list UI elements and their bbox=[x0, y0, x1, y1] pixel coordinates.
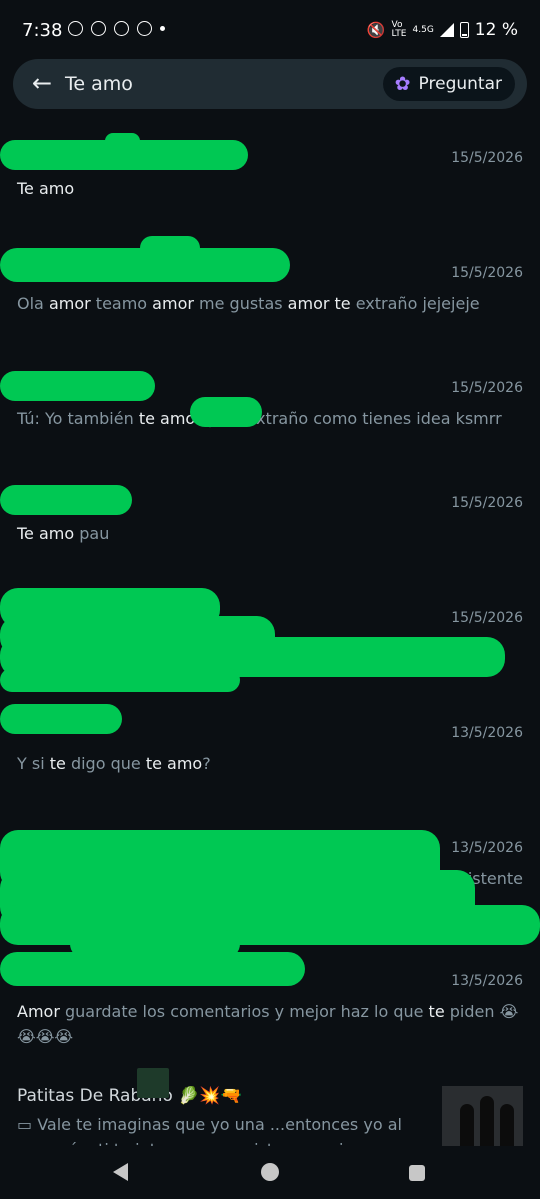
result-date: 13/5/2026 bbox=[451, 725, 523, 741]
battery-icon bbox=[459, 22, 469, 38]
snippet-text: digo que bbox=[65, 754, 146, 773]
result-date: 15/5/2026 bbox=[451, 265, 523, 281]
snippet-match: Te amo bbox=[17, 524, 75, 543]
snippet-match: te bbox=[49, 754, 66, 773]
status-time: 7:38 bbox=[22, 20, 63, 41]
result-date: 13/5/2026 bbox=[451, 973, 523, 989]
snippet-text: pau bbox=[74, 524, 110, 543]
result-snippet: Ola amor teamo amor me gustas amor te ex… bbox=[17, 291, 523, 316]
snippet-match: amor bbox=[152, 294, 194, 313]
snippet-match: amor bbox=[287, 294, 330, 313]
snippet-match: te amo bbox=[145, 754, 203, 773]
snippet-match: amor bbox=[48, 294, 91, 313]
more-notifications-icon bbox=[160, 26, 165, 31]
media-thumbnail[interactable] bbox=[442, 1086, 523, 1146]
snippet-text: Tú: Yo también bbox=[17, 409, 139, 428]
sparkle-icon: ✿ bbox=[394, 73, 411, 95]
search-bar: ← Te amo ✿ Preguntar bbox=[13, 59, 527, 109]
discord-icon-2 bbox=[137, 21, 152, 36]
signal-icon bbox=[439, 23, 454, 37]
search-result[interactable]: 13/5/2026 Y si te digo que te amo? bbox=[17, 725, 523, 785]
back-arrow-icon[interactable]: ← bbox=[27, 69, 57, 97]
snippet-text: teamo bbox=[90, 294, 153, 313]
snippet-text: guardate los comentarios y mejor haz lo … bbox=[59, 1002, 429, 1021]
whatsapp-icon bbox=[68, 21, 83, 36]
network-type: 4.5G bbox=[412, 24, 434, 35]
discord-icon bbox=[114, 21, 129, 36]
result-snippet: ▭ Vale te imaginas que yo una ...entonce… bbox=[17, 1115, 402, 1146]
snippet-text: istente bbox=[467, 869, 523, 888]
status-bar: 7:38 🔇 Vo LTE 4.5G 12 % bbox=[0, 0, 540, 60]
snippet-match: te bbox=[334, 294, 351, 313]
result-snippet: Y si te digo que te amo? bbox=[17, 751, 523, 776]
result-snippet: Te amo bbox=[17, 176, 523, 201]
volte-indicator: Vo LTE bbox=[391, 20, 407, 39]
video-icon: ▭ bbox=[17, 1115, 38, 1134]
result-snippet: Tú: Yo también te amo 🐣 te extraño como … bbox=[17, 406, 523, 431]
snippet-match: te amo bbox=[138, 409, 196, 428]
nav-recents-icon[interactable] bbox=[409, 1165, 425, 1181]
nav-home-icon[interactable] bbox=[261, 1163, 279, 1181]
nav-back-icon[interactable] bbox=[113, 1163, 128, 1181]
notification-icons bbox=[68, 21, 165, 36]
ask-button[interactable]: ✿ Preguntar bbox=[382, 67, 515, 101]
contact-name: Patitas De Rabano 🥬💥🔫 bbox=[17, 1086, 242, 1106]
result-snippet: Amor guardate los comentarios y mejor ha… bbox=[17, 999, 523, 1049]
snippet-text: Ola bbox=[17, 294, 49, 313]
result-date: 13/5/2026 bbox=[451, 840, 523, 856]
result-date: 15/5/2026 bbox=[451, 380, 523, 396]
ask-button-label: Preguntar bbox=[418, 74, 502, 94]
snippet-match: Te amo bbox=[17, 179, 75, 198]
snippet-text: ? bbox=[202, 754, 211, 773]
snippet-text: extraño jejejeje bbox=[350, 294, 480, 313]
search-result-contact[interactable]: Patitas De Rabano 🥬💥🔫 ▭ Vale te imaginas… bbox=[17, 1086, 430, 1146]
snippet-text: extraño como tienes idea ksmrr bbox=[241, 409, 502, 428]
result-date: 15/5/2026 bbox=[451, 610, 523, 626]
search-input[interactable]: Te amo bbox=[65, 73, 133, 95]
result-snippet: Te amo pau bbox=[17, 521, 523, 546]
snippet-match: Amor bbox=[17, 1002, 60, 1021]
snippet-text: Y si bbox=[17, 754, 50, 773]
snippet-match: te bbox=[428, 1002, 445, 1021]
system-nav-bar bbox=[0, 1149, 540, 1199]
messenger-icon bbox=[91, 21, 106, 36]
battery-percent: 12 % bbox=[474, 20, 518, 40]
mute-icon: 🔇 bbox=[366, 21, 386, 39]
result-date: 15/5/2026 bbox=[451, 150, 523, 166]
result-date: 15/5/2026 bbox=[451, 495, 523, 511]
status-right: 🔇 Vo LTE 4.5G 12 % bbox=[367, 20, 518, 40]
snippet-text: me gustas bbox=[193, 294, 288, 313]
